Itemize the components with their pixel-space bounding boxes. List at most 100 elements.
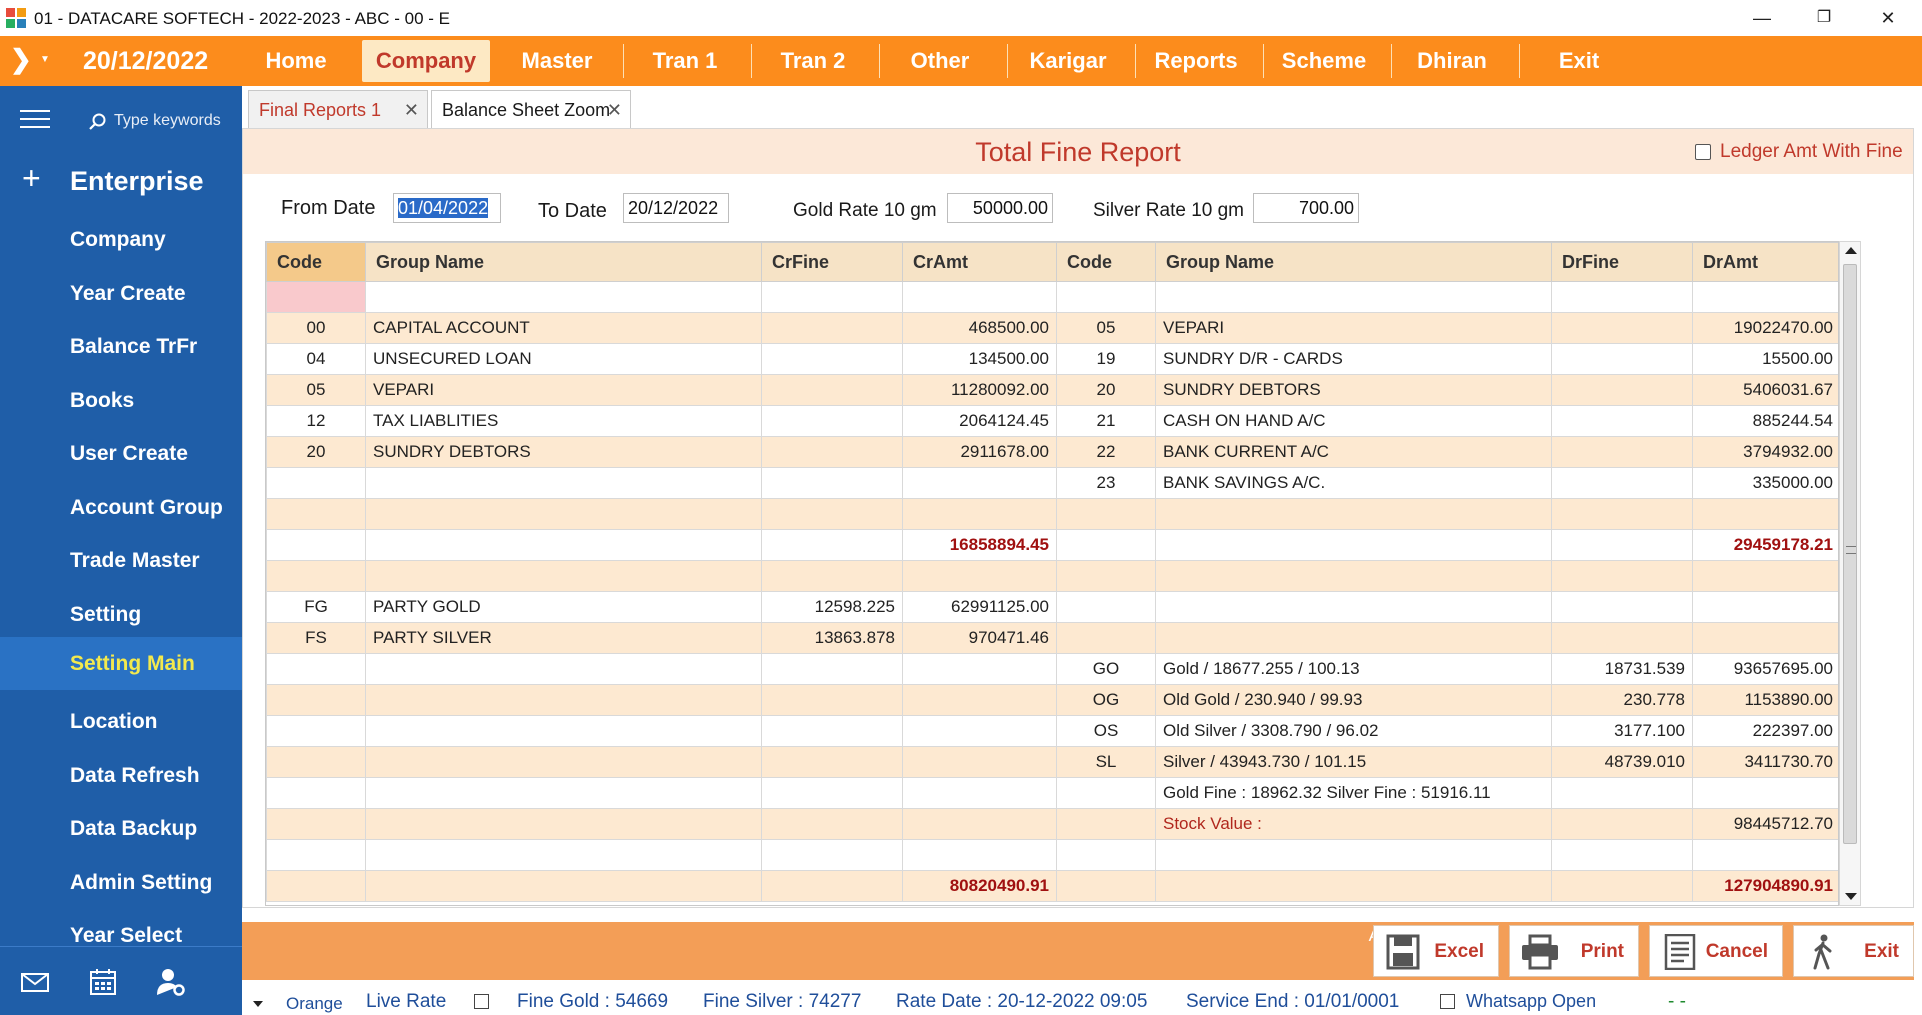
table-row[interactable]: Stock Value : 98445712.70 <box>266 808 1838 840</box>
cell-cr-group-name[interactable]: CAPITAL ACCOUNT <box>365 312 762 344</box>
menu-tran-2[interactable]: Tran 2 <box>768 40 858 82</box>
cell-dr-code[interactable]: OS <box>1056 715 1156 747</box>
cell-dr-code[interactable]: 22 <box>1056 436 1156 468</box>
table-row[interactable]: 80820490.91 127904890.91 <box>266 870 1838 902</box>
cell-dramt[interactable]: 98445712.70 <box>1692 808 1838 840</box>
cell-dr-code[interactable] <box>1056 870 1156 902</box>
cell-cr-code[interactable]: 05 <box>266 374 366 406</box>
cell-dr-group-name[interactable] <box>1155 591 1552 623</box>
cell-dr-group-name[interactable]: SUNDRY D/R - CARDS <box>1155 343 1552 375</box>
cell-dramt[interactable]: 19022470.00 <box>1692 312 1838 344</box>
cell-cr-code[interactable] <box>266 870 366 902</box>
cell-cr-code[interactable]: 00 <box>266 312 366 344</box>
cell-drfine[interactable] <box>1551 839 1693 871</box>
col-header-drfine[interactable]: DrFine <box>1551 242 1693 282</box>
cell-cr-code[interactable]: 20 <box>266 436 366 468</box>
sidebar-item-data-backup[interactable]: Data Backup <box>0 802 242 855</box>
cell-dr-code[interactable] <box>1056 777 1156 809</box>
menu-reports[interactable]: Reports <box>1148 40 1244 82</box>
cell-dramt[interactable]: 335000.00 <box>1692 467 1838 499</box>
table-row[interactable]: OS Old Silver / 3308.790 / 96.02 3177.100 2… <box>266 715 1838 747</box>
cell-cramt[interactable] <box>902 808 1057 840</box>
cell-dr-code[interactable]: 20 <box>1056 374 1156 406</box>
sidebar-item-trade-master[interactable]: Trade Master <box>0 534 242 587</box>
cell-cramt[interactable] <box>902 684 1057 716</box>
cell-cr-group-name[interactable] <box>365 808 762 840</box>
cell-cr-group-name[interactable] <box>365 715 762 747</box>
cell-cramt[interactable]: 80820490.91 <box>902 870 1057 902</box>
cell-dr-group-name[interactable] <box>1155 281 1552 313</box>
cell-cr-code[interactable]: 04 <box>266 343 366 375</box>
cell-dramt[interactable]: 15500.00 <box>1692 343 1838 375</box>
cell-dramt[interactable]: 1153890.00 <box>1692 684 1838 716</box>
cell-drfine[interactable] <box>1551 467 1693 499</box>
cell-cramt[interactable] <box>902 777 1057 809</box>
table-row[interactable]: 23 BANK SAVINGS A/C. 335000.00 <box>266 467 1838 499</box>
sidebar-item-location[interactable]: Location <box>0 695 242 748</box>
cell-dr-code[interactable] <box>1056 281 1156 313</box>
cell-dr-group-name[interactable]: CASH ON HAND A/C <box>1155 405 1552 437</box>
close-tab-icon[interactable]: ✕ <box>404 91 419 129</box>
cell-crfine[interactable] <box>761 808 903 840</box>
cell-dr-code[interactable]: 21 <box>1056 405 1156 437</box>
exit-button[interactable]: Exit <box>1793 925 1914 977</box>
menu-karigar[interactable]: Karigar <box>1020 40 1116 82</box>
cell-cr-group-name[interactable] <box>365 777 762 809</box>
cell-cr-group-name[interactable]: TAX LIABLITIES <box>365 405 762 437</box>
table-row[interactable]: 20 SUNDRY DEBTORS 2911678.00 22 BANK CURRENT… <box>266 436 1838 468</box>
cell-dramt[interactable]: 222397.00 <box>1692 715 1838 747</box>
cell-cramt[interactable] <box>902 467 1057 499</box>
menu-scheme[interactable]: Scheme <box>1276 40 1372 82</box>
menu-tran-1[interactable]: Tran 1 <box>640 40 730 82</box>
cell-crfine[interactable] <box>761 684 903 716</box>
col-header-cr-code[interactable]: Code <box>266 242 366 282</box>
table-row[interactable]: OG Old Gold / 230.940 / 99.93 230.778 11538… <box>266 684 1838 716</box>
cell-dr-group-name[interactable] <box>1155 560 1552 592</box>
sidebar-item-data-refresh[interactable]: Data Refresh <box>0 749 242 802</box>
ledger-amt-checkbox[interactable] <box>1695 144 1711 160</box>
cell-dr-code[interactable] <box>1056 622 1156 654</box>
cell-cr-code[interactable] <box>266 808 366 840</box>
cell-cr-code[interactable]: 12 <box>266 405 366 437</box>
cell-dr-group-name[interactable]: Gold / 18677.255 / 100.13 <box>1155 653 1552 685</box>
cell-crfine[interactable] <box>761 839 903 871</box>
restore-button[interactable]: ❐ <box>1802 4 1846 32</box>
cell-crfine[interactable]: 13863.878 <box>761 622 903 654</box>
cell-cr-code[interactable] <box>266 746 366 778</box>
sidebar-group-enterprise[interactable]: Enterprise <box>70 166 204 197</box>
live-rate-checkbox[interactable] <box>474 994 489 1009</box>
cell-dr-group-name[interactable] <box>1155 870 1552 902</box>
sidebar-item-company[interactable]: Company <box>0 213 242 266</box>
cell-crfine[interactable] <box>761 746 903 778</box>
sidebar-item-balance-trfr[interactable]: Balance TrFr <box>0 320 242 373</box>
tab-balance-sheet-zoom[interactable]: Balance Sheet Zoom ✕ <box>431 90 631 128</box>
cell-dramt[interactable] <box>1692 281 1838 313</box>
cell-crfine[interactable] <box>761 374 903 406</box>
from-date-field[interactable]: 01/04/2022 <box>393 193 501 223</box>
cell-dr-group-name[interactable] <box>1155 529 1552 561</box>
cell-drfine[interactable] <box>1551 436 1693 468</box>
cell-cr-code[interactable] <box>266 467 366 499</box>
col-header-crfine[interactable]: CrFine <box>761 242 903 282</box>
cell-cr-code[interactable] <box>266 839 366 871</box>
cell-cr-code[interactable] <box>266 715 366 747</box>
cell-crfine[interactable] <box>761 529 903 561</box>
cell-crfine[interactable] <box>761 653 903 685</box>
cell-dr-code[interactable]: SL <box>1056 746 1156 778</box>
calendar-icon[interactable] <box>86 965 120 999</box>
cell-drfine[interactable]: 3177.100 <box>1551 715 1693 747</box>
cell-drfine[interactable] <box>1551 870 1693 902</box>
table-row[interactable] <box>266 281 1838 313</box>
cell-cramt[interactable]: 468500.00 <box>902 312 1057 344</box>
cell-drfine[interactable]: 18731.539 <box>1551 653 1693 685</box>
cell-cr-code[interactable] <box>266 498 366 530</box>
cell-crfine[interactable] <box>761 281 903 313</box>
scroll-up-icon[interactable] <box>1845 247 1857 254</box>
cell-dr-code[interactable] <box>1056 529 1156 561</box>
print-button[interactable]: Print <box>1509 925 1639 977</box>
cell-cramt[interactable]: 970471.46 <box>902 622 1057 654</box>
cell-cr-group-name[interactable]: PARTY SILVER <box>365 622 762 654</box>
cell-crfine[interactable] <box>761 715 903 747</box>
cell-dr-code[interactable] <box>1056 560 1156 592</box>
col-header-dramt[interactable]: DrAmt <box>1692 242 1838 282</box>
